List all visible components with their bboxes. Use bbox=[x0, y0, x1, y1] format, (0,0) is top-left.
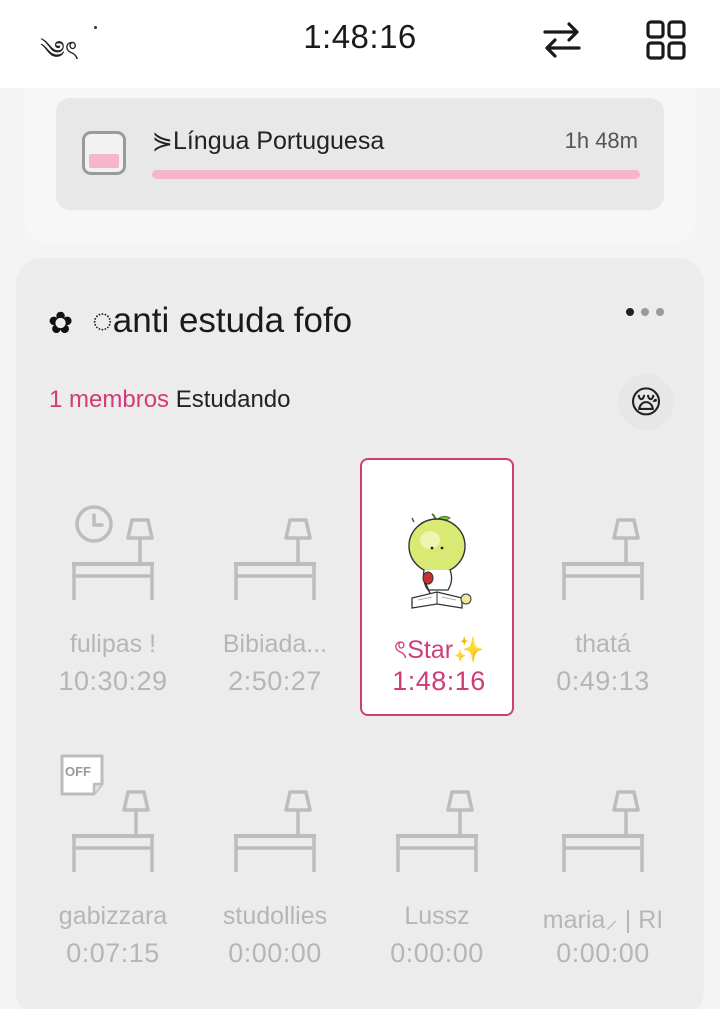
seat-time: 0:00:00 bbox=[556, 938, 650, 968]
seat-time: 2:50:27 bbox=[228, 666, 322, 696]
desk-lamp-icon bbox=[562, 790, 644, 872]
seat-name: studollies bbox=[222, 902, 328, 930]
seat-name: Bibiada... bbox=[222, 630, 328, 658]
seat-member[interactable]: Lussz 0:00:00 bbox=[360, 732, 514, 990]
members-count: 1 membros bbox=[49, 386, 170, 413]
seat-name: fulipas ! bbox=[69, 630, 157, 658]
seat-member[interactable]: studollies 0:00:00 bbox=[198, 732, 352, 990]
off-note-label: OFF bbox=[65, 764, 91, 779]
seat-time: 1:48:16 bbox=[392, 666, 486, 696]
seat-time: 0:00:00 bbox=[228, 938, 322, 968]
seat-time: 0:00:00 bbox=[390, 938, 484, 968]
seat-member[interactable]: thatá 0:49:13 bbox=[526, 460, 680, 718]
desk-lamp-icon bbox=[234, 790, 316, 872]
subject-checkbox[interactable] bbox=[82, 131, 126, 175]
subject-progress-fill bbox=[152, 170, 640, 179]
members-state: Estudando bbox=[175, 386, 291, 413]
seat-time: 0:49:13 bbox=[556, 666, 650, 696]
subject-color-fill bbox=[89, 154, 119, 168]
seat-time: 10:30:29 bbox=[58, 666, 168, 696]
grid-menu-icon[interactable] bbox=[646, 20, 686, 60]
seat-member[interactable]: Bibiada... 2:50:27 bbox=[198, 460, 352, 718]
seat-time: 0:07:15 bbox=[66, 938, 160, 968]
seat-member[interactable]: fulipas ! 10:30:29 bbox=[36, 460, 190, 718]
session-timer: 1:48:16 bbox=[303, 18, 417, 55]
seat-name: Lussz bbox=[404, 902, 470, 930]
status-emoji: 😪 bbox=[629, 384, 663, 420]
seat-member[interactable]: maria⸝ | RI 0:00:00 bbox=[526, 732, 680, 990]
seat-name: maria⸝ | RI bbox=[542, 906, 664, 934]
swap-arrows-icon[interactable] bbox=[541, 20, 583, 60]
studying-apple-avatar bbox=[408, 513, 472, 609]
subject-progress-bar bbox=[152, 170, 640, 179]
seat-name: thatá bbox=[575, 630, 631, 658]
subject-name: ⋟Língua Portuguesa bbox=[152, 127, 385, 155]
seat-member-active[interactable]: ৎStar✨ 1:48:16 bbox=[360, 458, 514, 716]
seat-name: gabizzara bbox=[58, 902, 168, 930]
more-options-icon[interactable] bbox=[626, 308, 670, 318]
flower-icon: ✿ bbox=[48, 307, 74, 340]
desk-lamp-icon bbox=[60, 754, 154, 872]
sleepy-face-icon[interactable]: 😪 bbox=[618, 374, 674, 430]
desk-lamp-icon bbox=[72, 505, 154, 600]
top-bar: ༄ৎ 1:48:16 bbox=[0, 0, 720, 88]
desk-lamp-icon bbox=[396, 790, 478, 872]
group-title: ◌anti estuda fofo bbox=[92, 301, 353, 340]
subject-time: 1h 48m bbox=[564, 128, 638, 153]
desk-lamp-icon bbox=[562, 518, 644, 600]
seat-member[interactable]: OFF gabizzara 0:07:15 bbox=[36, 732, 190, 990]
members-status: 1 membros Estudando bbox=[49, 386, 290, 414]
desk-lamp-icon bbox=[234, 518, 316, 600]
